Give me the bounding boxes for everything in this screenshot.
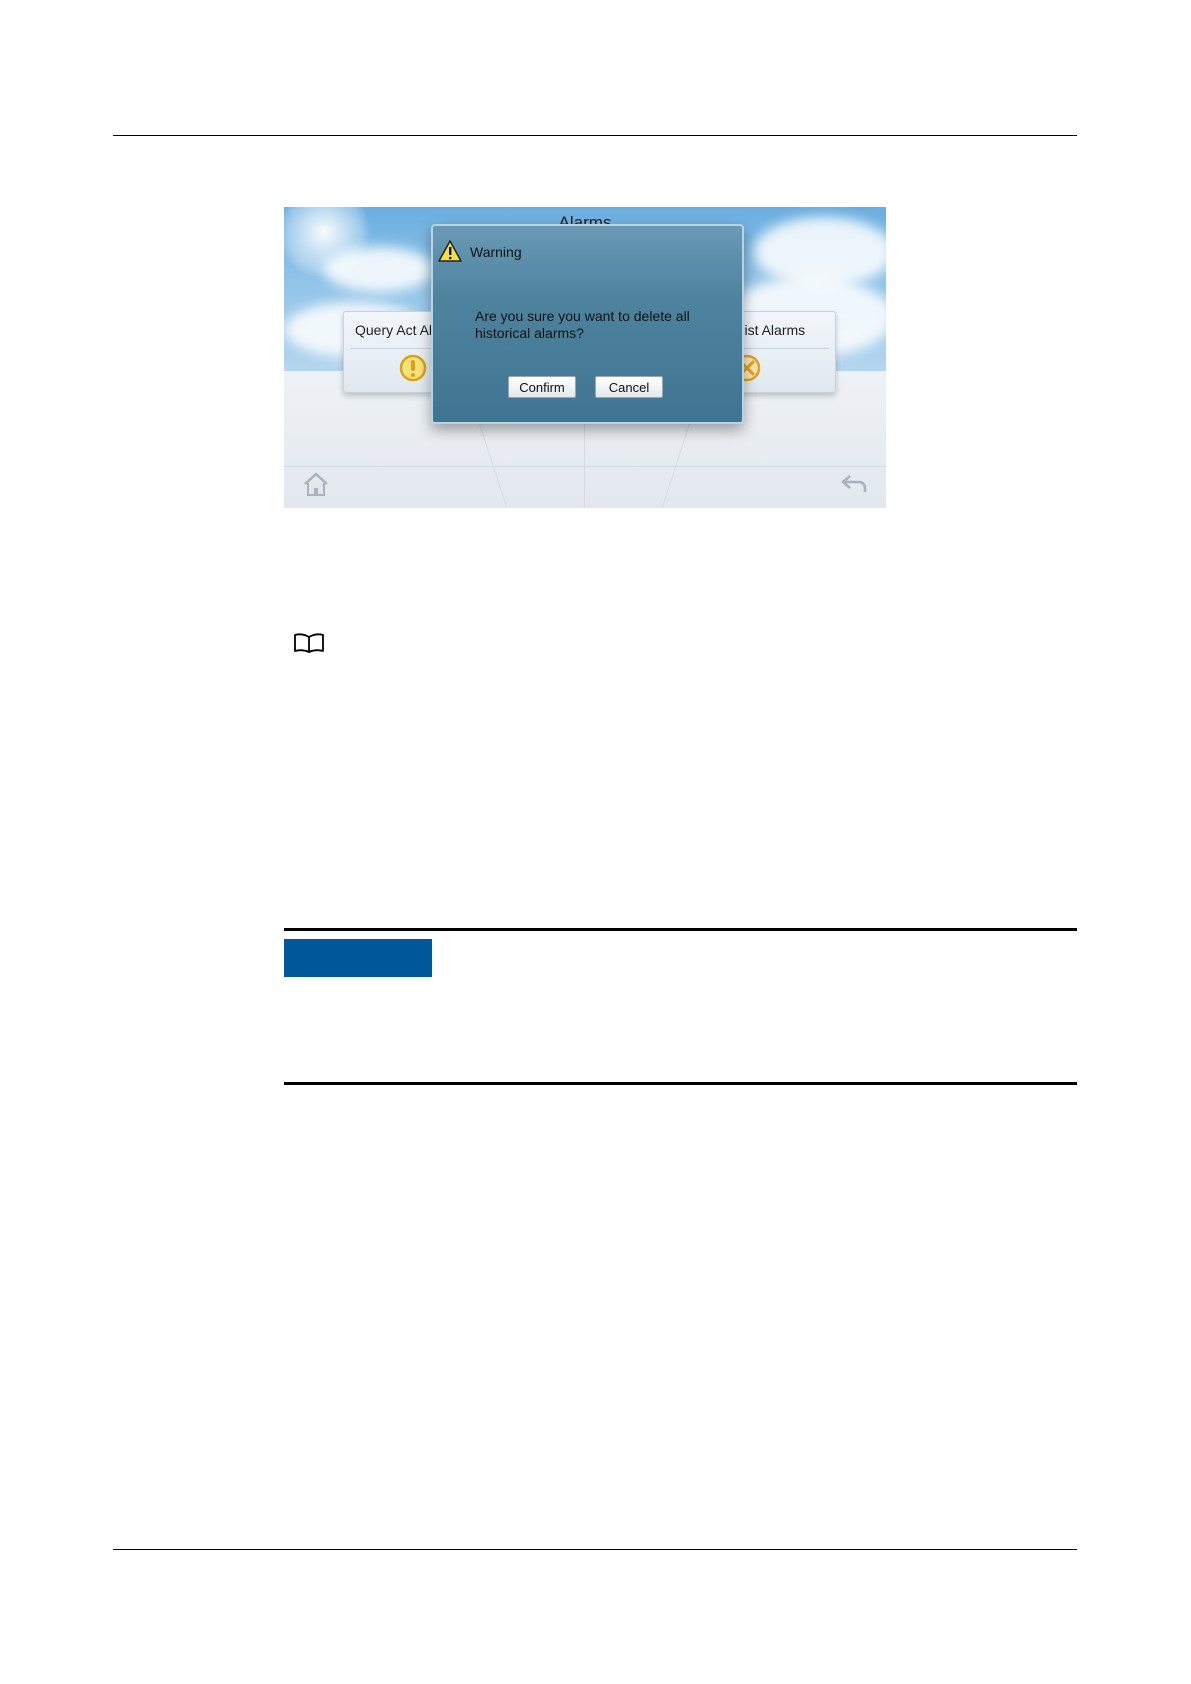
back-arrow-icon[interactable] bbox=[840, 470, 868, 498]
document-page: Alarms Query Act Alarms Delete Hist Alar… bbox=[0, 0, 1191, 1684]
warning-triangle-icon bbox=[438, 240, 462, 262]
floor-line bbox=[284, 466, 886, 467]
notice-top-rule bbox=[284, 928, 1077, 931]
confirm-button[interactable]: Confirm bbox=[508, 376, 576, 398]
menu-divider bbox=[731, 348, 829, 349]
book-icon bbox=[294, 633, 324, 653]
alarm-warning-icon bbox=[399, 354, 427, 382]
notice-bottom-rule bbox=[284, 1082, 1077, 1085]
header-rule bbox=[113, 135, 1077, 136]
notice-badge bbox=[284, 939, 432, 977]
home-icon[interactable] bbox=[302, 470, 330, 498]
alarms-screenshot: Alarms Query Act Alarms Delete Hist Alar… bbox=[284, 207, 886, 508]
footer-rule bbox=[113, 1549, 1077, 1550]
warning-dialog: Warning Are you sure you want to delete … bbox=[431, 224, 744, 424]
dialog-message: Are you sure you want to delete all hist… bbox=[475, 308, 690, 341]
cloud bbox=[324, 247, 434, 292]
cancel-button[interactable]: Cancel bbox=[595, 376, 663, 398]
dialog-title: Warning bbox=[470, 244, 522, 260]
